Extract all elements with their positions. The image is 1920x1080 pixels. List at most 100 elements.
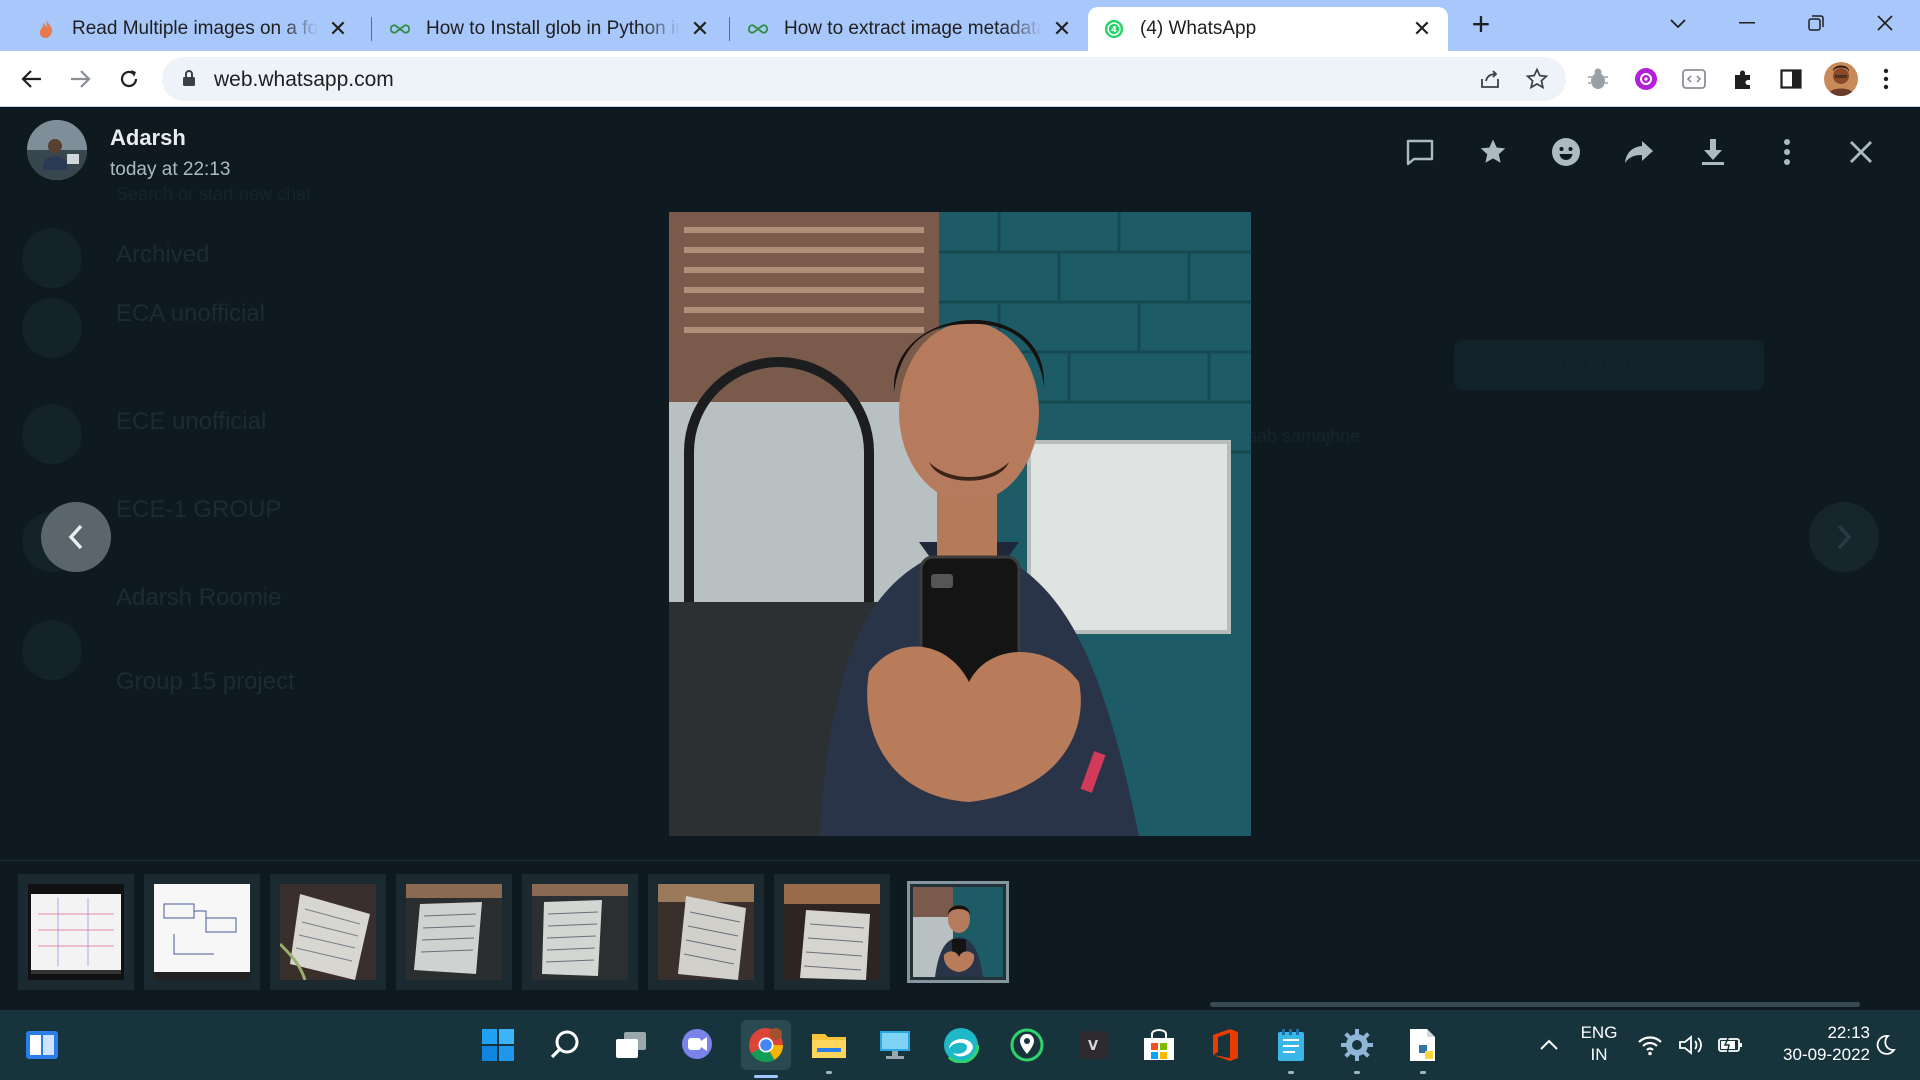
back-icon[interactable] <box>14 61 50 97</box>
focus-moon-icon[interactable] <box>1870 1024 1900 1066</box>
notepad-icon[interactable] <box>1270 1024 1312 1074</box>
bookmark-star-icon[interactable] <box>1525 67 1549 91</box>
bug-extension-icon[interactable] <box>1584 65 1612 93</box>
thumbnail-image <box>913 887 1003 977</box>
restore-icon[interactable] <box>1796 8 1836 38</box>
terminal-icon[interactable]: V <box>1072 1024 1114 1066</box>
geeksforgeeks-favicon-icon <box>390 19 410 39</box>
tab-title: How to extract image metadata in Python <box>784 18 1042 39</box>
battery-charging-icon[interactable] <box>1716 1024 1746 1066</box>
thumbnail-image <box>532 884 628 980</box>
remote-desktop-icon[interactable] <box>874 1024 916 1066</box>
office-icon[interactable] <box>1204 1024 1246 1066</box>
minimize-icon[interactable] <box>1727 8 1767 38</box>
share-icon[interactable] <box>1478 67 1502 91</box>
profile-avatar[interactable] <box>1824 62 1858 96</box>
clock-time: 22:13 <box>1827 1023 1870 1042</box>
ghost-chat-name: Group 15 project <box>116 668 295 695</box>
svg-text:V: V <box>1088 1039 1098 1054</box>
new-tab-button[interactable]: + <box>1466 8 1496 40</box>
reload-icon[interactable] <box>111 61 147 97</box>
tab-read-multiple-images[interactable]: Read Multiple images on a folder ✕ <box>20 7 364 51</box>
thumbnail-scrollbar[interactable] <box>1210 1002 1860 1007</box>
tab-extract-metadata[interactable]: How to extract image metadata in Python … <box>732 7 1088 51</box>
edge-icon[interactable] <box>940 1024 982 1066</box>
volume-icon[interactable] <box>1676 1024 1706 1066</box>
desktop-widget-icon[interactable] <box>21 1024 63 1066</box>
emoji-icon[interactable] <box>1546 132 1586 172</box>
tab-search-chevron-icon[interactable] <box>1658 8 1698 38</box>
lock-icon[interactable] <box>182 69 196 92</box>
side-panel-icon[interactable] <box>1777 65 1805 93</box>
code-extension-icon[interactable] <box>1680 65 1708 93</box>
purple-extension-icon[interactable] <box>1632 65 1660 93</box>
ghost-avatar <box>22 620 82 680</box>
tab-title: How to Install glob in Python in Windows <box>426 18 680 39</box>
running-indicator <box>1420 1071 1426 1074</box>
tab-close-icon[interactable]: ✕ <box>688 16 712 41</box>
file-explorer-icon[interactable] <box>808 1024 850 1074</box>
forward-icon[interactable] <box>62 61 98 97</box>
start-icon[interactable] <box>477 1024 519 1066</box>
tab-close-icon[interactable]: ✕ <box>326 16 350 41</box>
download-icon[interactable] <box>1693 132 1733 172</box>
extensions-puzzle-icon[interactable] <box>1729 65 1757 93</box>
thumbnail-diagram-screenshot[interactable] <box>144 874 260 990</box>
ghost-chat-name: ECA unofficial <box>116 300 265 327</box>
thumbnail-notes-photo[interactable] <box>522 874 638 990</box>
browser-menu-icon[interactable] <box>1872 65 1900 93</box>
more-icon[interactable] <box>1767 132 1807 172</box>
search-icon[interactable] <box>544 1024 586 1066</box>
tab-close-icon[interactable]: ✕ <box>1410 16 1434 41</box>
ghost-avatar <box>22 404 82 464</box>
close-icon[interactable] <box>1841 132 1881 172</box>
geeksforgeeks-favicon-icon <box>748 19 768 39</box>
thumbnail-image <box>28 884 124 980</box>
thumbnail-notes-photo[interactable] <box>270 874 386 990</box>
python-file-icon[interactable] <box>1402 1024 1444 1074</box>
tab-title: Read Multiple images on a folder <box>72 18 318 39</box>
tab-divider <box>729 17 730 41</box>
next-media-button[interactable] <box>1809 502 1879 572</box>
show-hidden-icons-chevron-icon[interactable] <box>1528 1024 1570 1066</box>
store-icon[interactable] <box>1138 1024 1180 1066</box>
browser-tab-strip: Read Multiple images on a folder ✕ How t… <box>0 0 1920 51</box>
teams-chat-icon[interactable] <box>676 1024 718 1066</box>
avatar[interactable] <box>27 120 87 180</box>
chrome-icon[interactable] <box>741 1020 791 1078</box>
thumbnail-image <box>154 884 250 980</box>
thumbnail-notes-photo[interactable] <box>396 874 512 990</box>
forward-icon[interactable] <box>1619 132 1659 172</box>
running-indicator <box>826 1071 832 1074</box>
task-view-icon[interactable] <box>610 1024 652 1066</box>
wifi-icon[interactable] <box>1635 1024 1665 1066</box>
sender-name[interactable]: Adarsh <box>110 125 186 151</box>
flame-favicon-icon <box>36 19 56 39</box>
ghost-avatar <box>22 228 82 288</box>
address-bar[interactable]: web.whatsapp.com <box>162 57 1566 101</box>
tab-install-glob[interactable]: How to Install glob in Python in Windows… <box>374 7 726 51</box>
clock[interactable]: 22:13 30-09-2022 <box>1752 1022 1870 1066</box>
media-viewer: Search or start new chat Archived ECA un… <box>0 108 1920 1010</box>
tab-title: (4) WhatsApp <box>1140 18 1257 39</box>
url-text[interactable]: web.whatsapp.com <box>214 68 394 92</box>
maps-icon[interactable] <box>1006 1024 1048 1066</box>
star-icon[interactable] <box>1473 132 1513 172</box>
tab-close-icon[interactable]: ✕ <box>1050 16 1074 41</box>
thumbnail-notes-photo[interactable] <box>648 874 764 990</box>
previous-media-button[interactable] <box>41 502 111 572</box>
clock-date: 30-09-2022 <box>1783 1045 1870 1064</box>
settings-icon[interactable] <box>1336 1024 1378 1074</box>
window-close-icon[interactable] <box>1865 8 1905 38</box>
thumbnail-selfie-photo-selected[interactable] <box>907 881 1009 983</box>
thumbnail-notes-photo[interactable] <box>774 874 890 990</box>
media-photo[interactable] <box>669 212 1251 836</box>
thumbnail-document-screenshot[interactable] <box>18 874 134 990</box>
browser-toolbar: web.whatsapp.com <box>0 51 1920 107</box>
reply-icon[interactable] <box>1400 132 1440 172</box>
ghost-chat-name: ECE-1 GROUP <box>116 496 282 523</box>
region-code: IN <box>1590 1045 1608 1064</box>
tab-whatsapp[interactable]: 4 (4) WhatsApp ✕ <box>1088 7 1448 51</box>
language-indicator[interactable]: ENG IN <box>1572 1022 1626 1066</box>
active-indicator <box>754 1075 778 1078</box>
